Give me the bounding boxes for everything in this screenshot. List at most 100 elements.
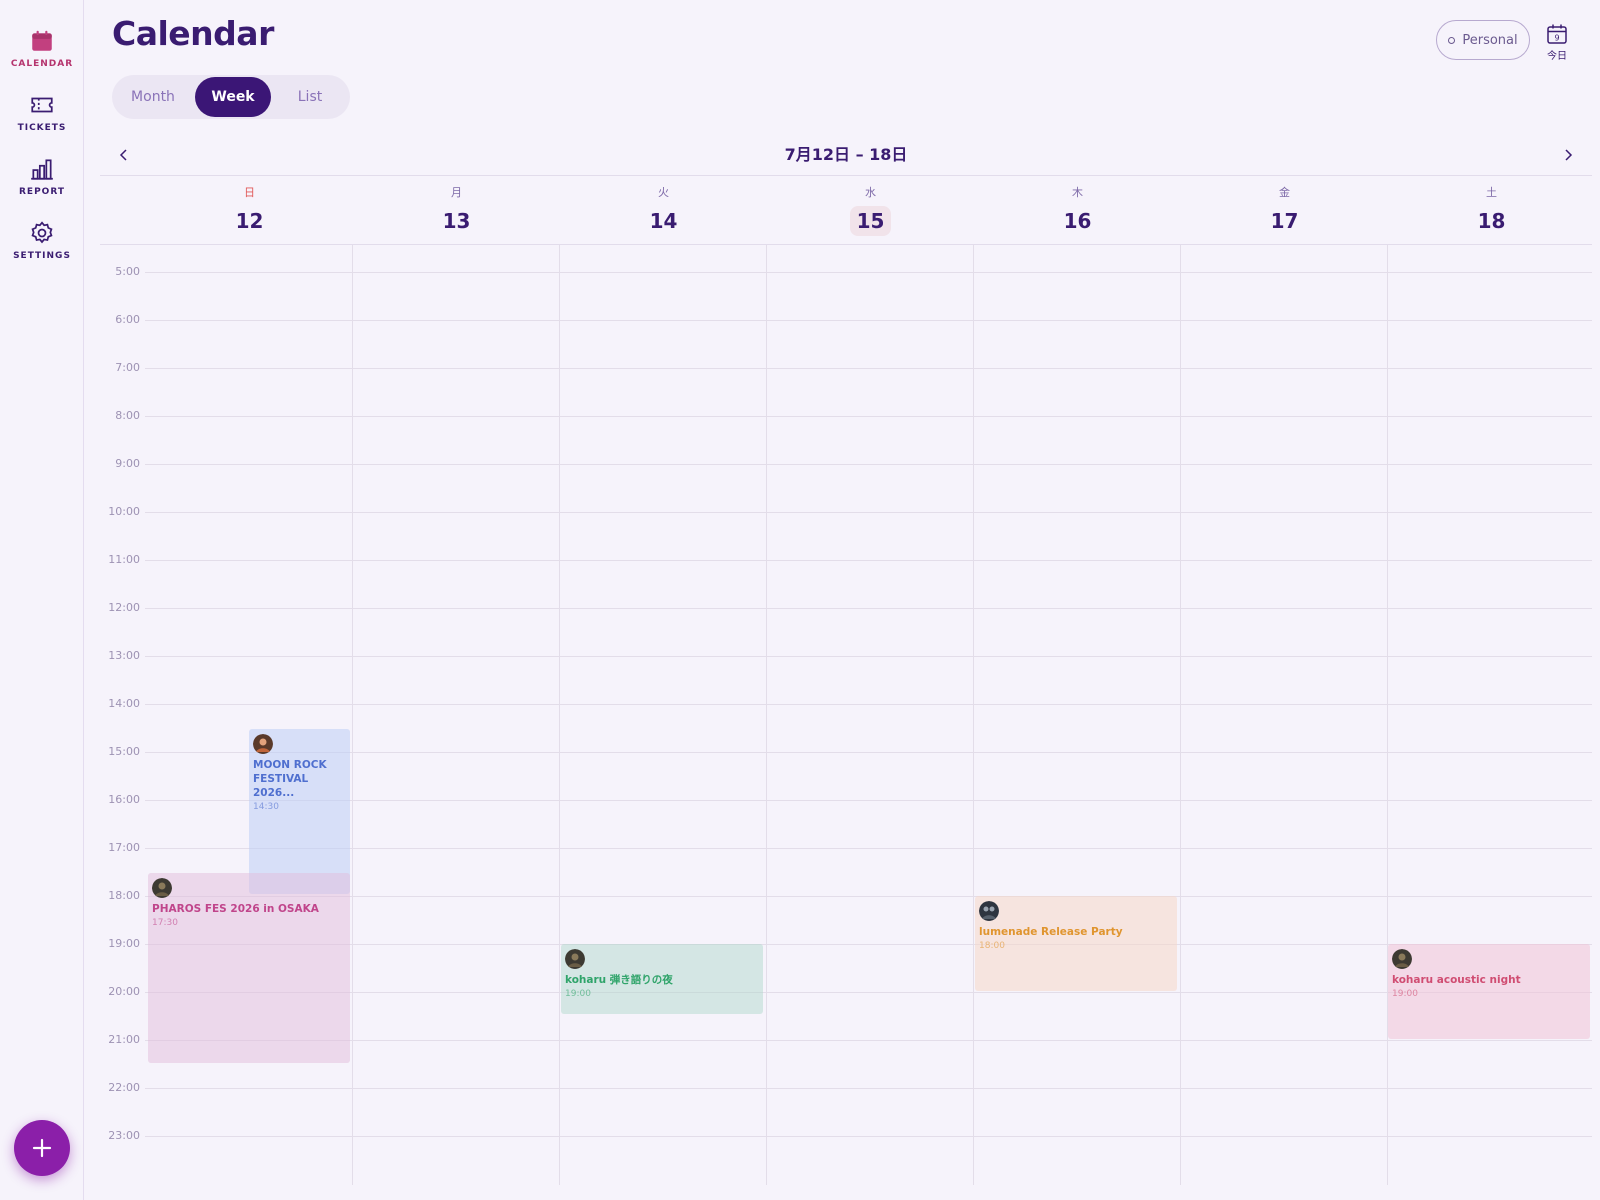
event-time: 14:30	[253, 802, 279, 812]
hour-label: 17:00	[108, 841, 140, 854]
day-of-week: 土	[1486, 186, 1497, 199]
hour-line	[145, 1040, 1592, 1041]
plus-icon	[32, 1138, 52, 1158]
svg-text:9: 9	[1554, 34, 1559, 43]
sidebar-item-label: REPORT	[19, 187, 65, 197]
event-card[interactable]: koharu 弾き語りの夜 19:00	[561, 944, 763, 1014]
hour-line	[145, 464, 1592, 465]
day-header[interactable]: 火 14	[560, 176, 767, 246]
day-number: 16	[1063, 209, 1092, 233]
calendar-today-icon: 9	[1547, 24, 1567, 44]
hour-line	[145, 800, 1592, 801]
event-title: PHAROS FES 2026 in OSAKA	[152, 903, 319, 915]
hour-line	[145, 368, 1592, 369]
event-card[interactable]: PHAROS FES 2026 in OSAKA 17:30	[148, 873, 350, 1063]
hour-label: 15:00	[108, 745, 140, 758]
hour-line	[145, 944, 1592, 945]
day-of-week: 月	[451, 186, 462, 199]
personal-filter-button[interactable]: Personal	[1436, 20, 1530, 60]
column-divider	[352, 245, 353, 1185]
hour-label: 21:00	[108, 1033, 140, 1046]
hour-line	[145, 704, 1592, 705]
hour-line	[145, 608, 1592, 609]
hour-label: 11:00	[108, 553, 140, 566]
hour-label: 23:00	[108, 1129, 140, 1142]
ticket-icon	[31, 97, 53, 113]
column-divider	[1180, 245, 1181, 1185]
event-time: 18:00	[979, 941, 1005, 951]
personal-filter-label: Personal	[1462, 32, 1518, 48]
hour-label: 8:00	[115, 409, 140, 422]
column-divider	[559, 245, 560, 1185]
event-time: 17:30	[152, 918, 178, 928]
day-header[interactable]: 土 18	[1388, 176, 1595, 246]
column-divider	[766, 245, 767, 1185]
view-list-button[interactable]: List	[272, 77, 348, 117]
next-week-button[interactable]	[1556, 143, 1580, 167]
event-title: koharu 弾き語りの夜	[565, 974, 673, 986]
day-of-week: 火	[658, 186, 669, 199]
event-title: koharu acoustic night	[1392, 974, 1521, 986]
hour-line	[145, 560, 1592, 561]
sidebar-item-tickets[interactable]: TICKETS	[0, 92, 84, 133]
day-header[interactable]: 金 17	[1181, 176, 1388, 246]
hour-label: 5:00	[115, 265, 140, 278]
day-header[interactable]: 日 12	[146, 176, 353, 246]
today-label: 今日	[1547, 51, 1567, 62]
day-of-week: 木	[1072, 186, 1083, 199]
calendar-icon	[32, 30, 52, 51]
hour-label: 18:00	[108, 889, 140, 902]
day-number: 17	[1270, 209, 1299, 233]
page-title: Calendar	[112, 14, 274, 53]
time-grid[interactable]: 5:00 6:00 7:00 8:00 9:00 10:00 11:00 12:…	[100, 245, 1592, 1185]
day-header-row: 日 12 月 13 火 14 水 15 木 16 金 17 土 18	[100, 175, 1592, 245]
avatar	[253, 734, 273, 754]
event-card[interactable]: lumenade Release Party 18:00	[975, 896, 1177, 991]
day-of-week: 水	[865, 186, 876, 199]
sidebar-item-settings[interactable]: SETTINGS	[0, 220, 84, 261]
sidebar-item-calendar[interactable]: CALENDAR	[0, 28, 84, 69]
event-time: 19:00	[1392, 989, 1418, 999]
avatar	[565, 949, 585, 969]
day-number: 14	[649, 209, 678, 233]
add-event-button[interactable]	[14, 1120, 70, 1176]
event-time: 19:00	[565, 989, 591, 999]
week-calendar: 日 12 月 13 火 14 水 15 木 16 金 17 土 18 5:00 …	[100, 175, 1592, 1185]
hour-line	[145, 512, 1592, 513]
gear-icon	[31, 221, 53, 244]
day-header[interactable]: 水 15	[767, 176, 974, 246]
column-divider	[973, 245, 974, 1185]
hour-line	[145, 848, 1592, 849]
sidebar-item-report[interactable]: REPORT	[0, 156, 84, 197]
event-card[interactable]: MOON ROCK FESTIVAL 2026... 14:30	[249, 729, 350, 894]
chevron-right-icon	[1565, 149, 1573, 161]
hour-label: 20:00	[108, 985, 140, 998]
view-week-button[interactable]: Week	[195, 77, 271, 117]
day-of-week: 日	[244, 186, 255, 199]
hour-label: 16:00	[108, 793, 140, 806]
day-header[interactable]: 月 13	[353, 176, 560, 246]
hour-label: 6:00	[115, 313, 140, 326]
day-of-week: 金	[1279, 186, 1290, 199]
view-month-button[interactable]: Month	[114, 77, 192, 117]
event-title: MOON ROCK FESTIVAL 2026...	[253, 759, 327, 799]
hour-label: 9:00	[115, 457, 140, 470]
sidebar-item-label: CALENDAR	[10, 59, 74, 69]
hour-label: 7:00	[115, 361, 140, 374]
sidebar-item-label: TICKETS	[17, 123, 67, 133]
hour-label: 10:00	[108, 505, 140, 518]
hour-label: 12:00	[108, 601, 140, 614]
bar-chart-icon	[31, 159, 53, 180]
hour-line	[145, 752, 1592, 753]
avatar	[1392, 949, 1412, 969]
hour-label: 14:00	[108, 697, 140, 710]
hour-line	[145, 272, 1592, 273]
hour-line	[145, 320, 1592, 321]
hour-line	[145, 1136, 1592, 1137]
sidebar-item-label: SETTINGS	[13, 251, 71, 261]
event-card[interactable]: koharu acoustic night 19:00	[1388, 944, 1590, 1039]
sidebar: CALENDAR TICKETS REPORT SETTINGS	[0, 0, 84, 1200]
day-header[interactable]: 木 16	[974, 176, 1181, 246]
today-button[interactable]: 9 今日	[1540, 22, 1574, 62]
circle-icon	[1448, 36, 1456, 44]
